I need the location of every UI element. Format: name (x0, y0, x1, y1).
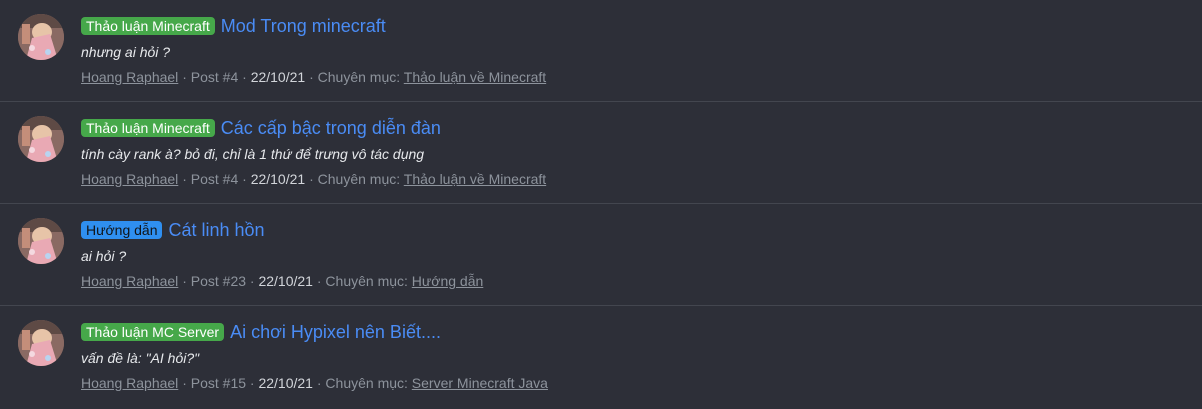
category-link[interactable]: Hướng dẫn (412, 273, 483, 289)
thread-prefix-label[interactable]: Thảo luận Minecraft (81, 17, 215, 35)
user-avatar[interactable] (18, 320, 64, 366)
category-label: Chuyên mục: (325, 273, 408, 289)
result-meta: Hoang Raphael · Post #23 · 22/10/21 · Ch… (81, 272, 1202, 290)
result-meta: Hoang Raphael · Post #4 · 22/10/21 · Chu… (81, 68, 1202, 86)
post-snippet: vấn đề là: "AI hỏi?" (81, 350, 200, 366)
thread-title-link[interactable]: Cát linh hồn (168, 220, 264, 241)
author-link[interactable]: Hoang Raphael (81, 273, 178, 289)
post-date: 22/10/21 (250, 171, 306, 187)
thread-prefix-label[interactable]: Hướng dẫn (81, 221, 163, 239)
thread-title-link[interactable]: Các cấp bậc trong diễn đàn (221, 118, 441, 139)
category-label: Chuyên mục: (317, 171, 401, 187)
result-meta: Hoang Raphael · Post #4 · 22/10/21 · Chu… (81, 170, 1202, 188)
search-results-list: Thảo luận Minecraft Mod Trong minecraft … (0, 0, 1202, 409)
post-number: Post #23 (190, 273, 247, 289)
meta-separator: · (316, 375, 322, 391)
result-item: Thảo luận MC Server Ai chơi Hypixel nên … (0, 306, 1202, 408)
meta-separator: · (309, 171, 314, 187)
meta-separator: · (182, 69, 187, 85)
category-label: Chuyên mục: (317, 69, 401, 85)
thread-title-link[interactable]: Ai chơi Hypixel nên Biết.... (230, 322, 441, 343)
meta-separator: · (182, 171, 187, 187)
category-link[interactable]: Server Minecraft Java (412, 375, 548, 391)
meta-separator: · (309, 69, 314, 85)
post-snippet: ai hỏi ? (81, 248, 127, 264)
user-avatar[interactable] (18, 218, 64, 264)
post-number: Post #4 (190, 69, 239, 85)
category-link[interactable]: Thảo luận về Minecraft (404, 69, 546, 85)
post-date: 22/10/21 (258, 375, 313, 391)
result-item: Hướng dẫn Cát linh hồn ai hỏi ? Hoang Ra… (0, 204, 1202, 306)
thread-prefix-label[interactable]: Thảo luận Minecraft (81, 119, 215, 137)
meta-separator: · (242, 69, 247, 85)
post-number: Post #15 (190, 375, 247, 391)
category-link[interactable]: Thảo luận về Minecraft (404, 171, 546, 187)
category-label: Chuyên mục: (325, 375, 408, 391)
result-item: Thảo luận Minecraft Các cấp bậc trong di… (0, 102, 1202, 204)
meta-separator: · (249, 375, 255, 391)
author-link[interactable]: Hoang Raphael (81, 69, 178, 85)
meta-separator: · (182, 273, 187, 289)
author-link[interactable]: Hoang Raphael (81, 375, 178, 391)
meta-separator: · (316, 273, 322, 289)
meta-separator: · (182, 375, 187, 391)
meta-separator: · (242, 171, 247, 187)
post-date: 22/10/21 (250, 69, 306, 85)
user-avatar[interactable] (18, 14, 64, 60)
meta-separator: · (249, 273, 255, 289)
thread-title-link[interactable]: Mod Trong minecraft (221, 16, 386, 37)
post-date: 22/10/21 (258, 273, 313, 289)
author-link[interactable]: Hoang Raphael (81, 171, 178, 187)
post-snippet: tính cày rank à? bỏ đi, chỉ là 1 thứ để … (81, 146, 425, 162)
post-snippet: nhưng ai hỏi ? (81, 44, 171, 60)
user-avatar[interactable] (18, 116, 64, 162)
post-number: Post #4 (190, 171, 239, 187)
result-meta: Hoang Raphael · Post #15 · 22/10/21 · Ch… (81, 374, 1202, 392)
result-item: Thảo luận Minecraft Mod Trong minecraft … (0, 0, 1202, 102)
thread-prefix-label[interactable]: Thảo luận MC Server (81, 323, 225, 341)
